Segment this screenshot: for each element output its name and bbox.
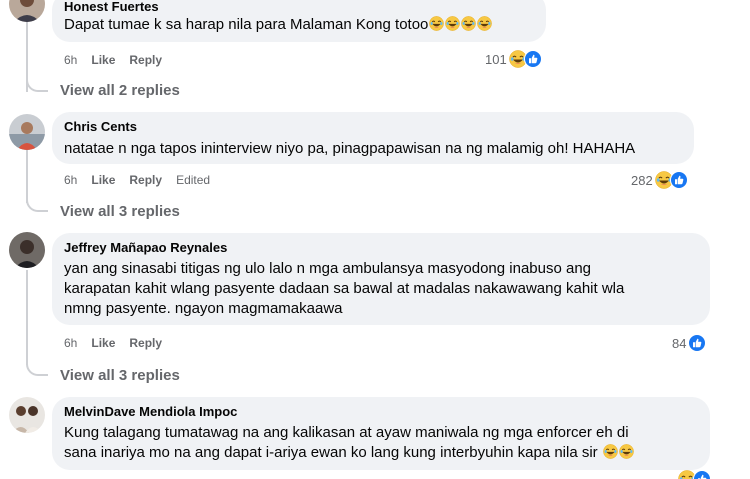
avatar[interactable] (9, 0, 45, 22)
comment-meta: 6h Like Reply (64, 335, 176, 351)
comment-author[interactable]: Honest Fuertes (64, 0, 534, 15)
thread-connector (26, 198, 48, 212)
avatar[interactable] (9, 114, 45, 150)
reaction-summary[interactable] (678, 470, 711, 479)
comment-text: Kung talagang tumatawag na ang kalikasan… (64, 423, 698, 463)
like-reaction-icon (688, 334, 706, 352)
reaction-count: 282 (631, 172, 653, 188)
comment-text-line: karapatan kahit wlang pasyente dadaan sa… (64, 280, 625, 297)
comment-text-line: sana inariya mo na ang dapat i-ariya ewa… (64, 443, 698, 463)
laugh-emoji-icon (603, 444, 618, 459)
like-button[interactable]: Like (91, 52, 115, 68)
comment-bubble: Honest Fuertes Dapat tumae k sa harap ni… (52, 0, 546, 42)
comment-author[interactable]: Jeffrey Mañapao Reynales (64, 240, 698, 256)
reaction-count: 84 (672, 335, 687, 351)
reply-button[interactable]: Reply (129, 172, 162, 188)
comment-text-line: yan ang sinasabi titigas ng ulo lalo n m… (64, 260, 592, 277)
like-button[interactable]: Like (91, 335, 115, 351)
laugh-emoji-icon (461, 16, 476, 31)
avatar[interactable] (9, 397, 45, 433)
comment-meta: 6h Like Reply Edited (64, 172, 224, 188)
comment-author[interactable]: Chris Cents (64, 119, 682, 135)
view-replies-link[interactable]: View all 3 replies (60, 366, 180, 386)
reply-button[interactable]: Reply (129, 335, 162, 351)
comment-bubble: MelvinDave Mendiola Impoc Kung talagang … (52, 397, 710, 470)
comment-text-line: Kung talagang tumatawag na ang kalikasan… (64, 424, 629, 441)
laugh-emoji-icon (619, 444, 634, 459)
comment-bubble: Chris Cents natatae n nga tapos ininterv… (52, 112, 694, 164)
laugh-emoji-icon (477, 16, 492, 31)
comment-timestamp[interactable]: 6h (64, 335, 77, 351)
comment-timestamp[interactable]: 6h (64, 52, 77, 68)
like-reaction-icon (693, 470, 711, 479)
reply-button[interactable]: Reply (129, 52, 162, 68)
comment-text: natatae n nga tapos ininterview niyo pa,… (64, 140, 636, 157)
thread-line (26, 148, 28, 203)
avatar[interactable] (9, 232, 45, 268)
like-reaction-icon (670, 171, 688, 189)
like-reaction-icon (524, 50, 542, 68)
comment-text-content: sana inariya mo na ang dapat i-ariya ewa… (64, 444, 598, 461)
thread-connector (26, 78, 48, 92)
view-replies-link[interactable]: View all 3 replies (60, 202, 180, 222)
edited-label[interactable]: Edited (176, 172, 210, 188)
comment-text: Dapat tumae k sa harap nila para Malaman… (64, 15, 534, 35)
comment-author[interactable]: MelvinDave Mendiola Impoc (64, 404, 698, 420)
comment-text-line: nmng pasyente. ngayon magmamakaawa (64, 300, 343, 317)
thread-connector (26, 362, 48, 376)
reaction-summary[interactable]: 84 (672, 334, 706, 352)
reaction-summary[interactable]: 101 (485, 50, 542, 68)
reaction-summary[interactable]: 282 (631, 171, 688, 189)
view-replies-link[interactable]: View all 2 replies (60, 81, 180, 101)
laugh-emoji-icon (445, 16, 460, 31)
comment-timestamp[interactable]: 6h (64, 172, 77, 188)
laugh-emoji-icon (429, 16, 444, 31)
comment-text: yan ang sinasabi titigas ng ulo lalo n m… (64, 259, 698, 319)
like-button[interactable]: Like (91, 172, 115, 188)
reaction-count: 101 (485, 51, 507, 67)
comment-meta: 6h Like Reply (64, 52, 176, 68)
comment-text-content: Dapat tumae k sa harap nila para Malaman… (64, 16, 429, 33)
thread-line (26, 270, 28, 365)
comment-bubble: Jeffrey Mañapao Reynales yan ang sinasab… (52, 233, 710, 325)
